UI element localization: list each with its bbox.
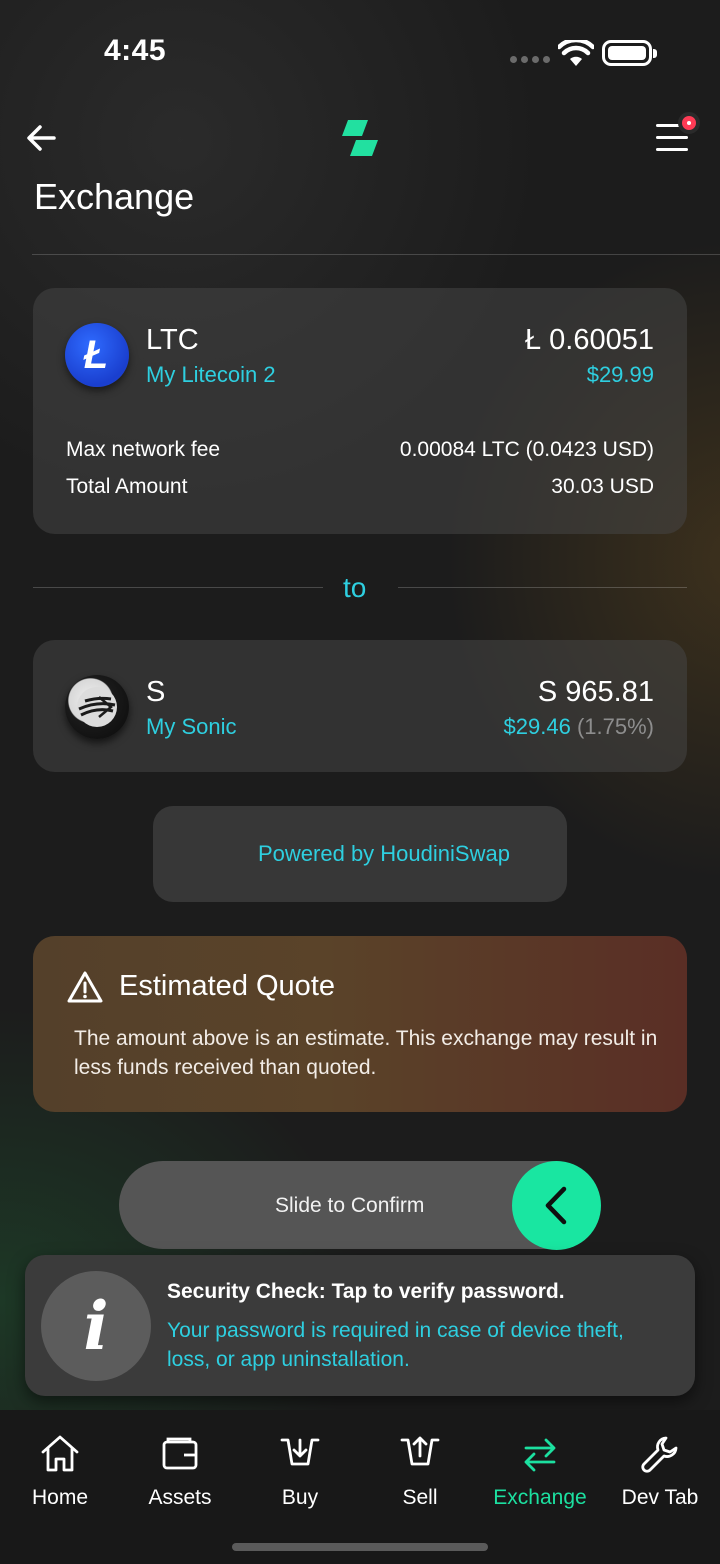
to-percent-diff: (1.75%): [576, 714, 654, 739]
warning-icon: [67, 970, 103, 1009]
wrench-icon: [600, 1430, 720, 1478]
warning-title: Estimated Quote: [119, 970, 335, 1002]
tab-buy-label: Buy: [281, 1486, 319, 1509]
warning-body: The amount above is an estimate. This ex…: [74, 1027, 658, 1079]
wifi-icon: [556, 37, 596, 73]
divider: [32, 254, 720, 255]
wallet-icon: [120, 1430, 240, 1478]
from-wallet-name: My Litecoin 2: [146, 362, 276, 387]
tab-home-label: Home: [31, 1486, 89, 1509]
powered-by-label: Powered by HoudiniSwap: [258, 841, 510, 866]
to-symbol: S: [146, 676, 166, 708]
tab-exchange[interactable]: Exchange: [480, 1430, 600, 1510]
separator-line-left: [33, 587, 323, 588]
security-check-banner[interactable]: i Security Check: Tap to verify password…: [25, 1255, 695, 1396]
security-check-body: Your password is required in case of dev…: [167, 1319, 624, 1371]
notification-badge: [678, 112, 700, 134]
tab-dev[interactable]: Dev Tab: [600, 1430, 720, 1510]
bottom-tab-bar: Home Assets Buy Sell Exchange Dev Tab: [0, 1410, 720, 1564]
from-symbol: LTC: [146, 324, 199, 356]
app-logo: [338, 118, 382, 163]
slide-to-confirm-handle[interactable]: [512, 1161, 601, 1250]
tab-buy[interactable]: Buy: [240, 1430, 360, 1510]
network-fee-label: Max network fee: [66, 438, 221, 461]
total-amount-value: 30.03 USD: [551, 475, 654, 498]
sonic-icon: [65, 675, 129, 739]
status-time: 4:45: [104, 34, 167, 67]
tab-sell-label: Sell: [402, 1486, 438, 1509]
security-check-title: Security Check: Tap to verify password.: [167, 1280, 565, 1303]
from-asset-card[interactable]: Ł LTC My Litecoin 2 Ł 0.60051 $29.99 Max…: [33, 288, 687, 534]
cellular-signal-icon: [510, 56, 550, 63]
to-amount: S 965.81: [537, 676, 654, 708]
separator-line-right: [398, 587, 687, 588]
buy-icon: [240, 1430, 360, 1478]
to-asset-card[interactable]: S My Sonic S 965.81 $29.46 (1.75%): [33, 640, 687, 772]
to-usd-value: $29.46 (1.75%): [504, 714, 654, 740]
estimated-quote-warning: Estimated Quote The amount above is an e…: [33, 936, 687, 1112]
litecoin-icon: Ł: [65, 323, 129, 387]
tab-dev-label: Dev Tab: [621, 1486, 699, 1509]
total-amount-label: Total Amount: [66, 475, 188, 498]
tab-sell[interactable]: Sell: [360, 1430, 480, 1510]
home-indicator: [232, 1543, 488, 1551]
powered-by-button[interactable]: Powered by HoudiniSwap: [153, 806, 567, 902]
home-icon: [0, 1430, 120, 1478]
back-button[interactable]: [24, 118, 64, 158]
tab-home[interactable]: Home: [0, 1430, 120, 1510]
tab-exchange-label: Exchange: [493, 1486, 587, 1509]
exchange-icon: [480, 1430, 600, 1478]
menu-button[interactable]: [650, 112, 702, 162]
chevron-left-icon: [545, 1186, 567, 1225]
sell-icon: [360, 1430, 480, 1478]
arrow-left-icon: [27, 125, 56, 151]
info-icon: i: [41, 1271, 151, 1381]
battery-icon: [602, 40, 657, 66]
tab-assets-label: Assets: [148, 1486, 212, 1509]
from-amount: Ł 0.60051: [524, 324, 654, 356]
to-wallet-name: My Sonic: [146, 714, 237, 739]
tab-assets[interactable]: Assets: [120, 1430, 240, 1510]
network-fee-value: 0.00084 LTC (0.0423 USD): [399, 438, 654, 461]
to-usd-amount: $29.46: [503, 714, 571, 739]
from-usd-value: $29.99: [586, 362, 654, 387]
slide-to-confirm-label: Slide to Confirm: [275, 1194, 425, 1217]
to-label: to: [343, 572, 367, 603]
page-title: Exchange: [34, 176, 195, 217]
